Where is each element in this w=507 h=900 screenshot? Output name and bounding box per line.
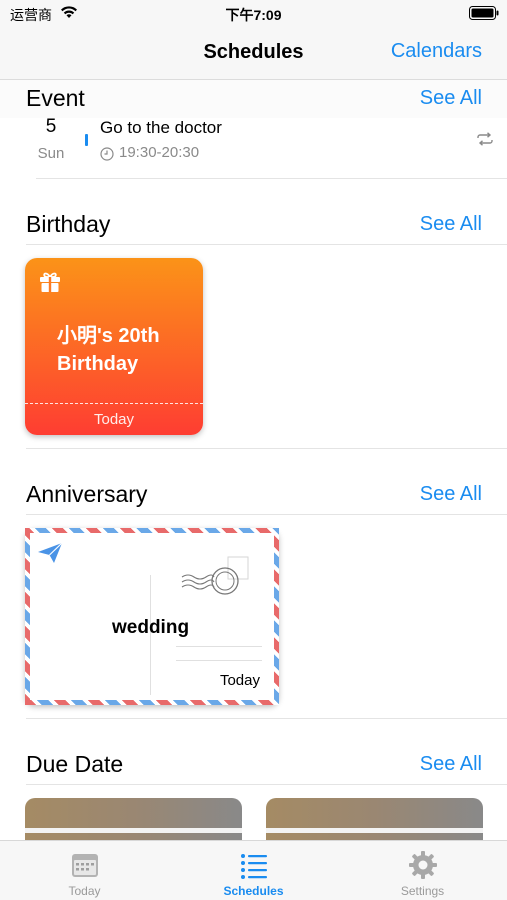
repeat-icon: [477, 132, 493, 146]
birthday-name: 小明's 20th Birthday: [57, 325, 160, 375]
anniversary-card[interactable]: wedding Today: [25, 528, 279, 705]
birthday-see-all-button[interactable]: See All: [420, 213, 482, 236]
birthday-today-label: Today: [93, 411, 135, 428]
due-date-section-title: Due Date: [26, 751, 124, 777]
navigation-bar: Schedules Calendars: [0, 28, 507, 80]
tab-schedules-label: Schedules: [223, 884, 284, 898]
status-time: 下午7:09: [225, 7, 282, 23]
tab-settings-label: Settings: [400, 884, 445, 898]
event-color-bar: [85, 134, 88, 146]
anniversary-today-label: Today: [219, 672, 260, 689]
tab-settings[interactable]: Settings: [338, 841, 507, 900]
due-card-stripe: [25, 828, 242, 833]
birthday-card[interactable]: 小明's 20th Birthday Today: [25, 258, 203, 435]
due-date-header-divider: [26, 784, 507, 785]
event-see-all-button[interactable]: See All: [420, 87, 482, 110]
birthday-header-divider: [26, 244, 507, 245]
event-section-title: Event: [26, 85, 85, 111]
tab-today[interactable]: Today: [0, 841, 169, 900]
tab-schedules[interactable]: Schedules: [169, 841, 338, 900]
tab-bar: Today Schedules Settings: [0, 840, 507, 900]
address-line: [176, 660, 262, 661]
due-date-card[interactable]: [25, 798, 242, 840]
event-title: Go to the doctor: [100, 118, 222, 137]
birthday-divider: [26, 448, 507, 449]
tab-today-label: Today: [68, 884, 101, 898]
battery-icon: [469, 6, 499, 20]
anniversary-see-all-button[interactable]: See All: [420, 483, 482, 506]
birthday-section-header: Birthday See All: [0, 206, 507, 244]
anniversary-section-title: Anniversary: [26, 481, 148, 507]
event-time: 19:30-20:30: [119, 144, 200, 161]
anniversary-header-divider: [26, 514, 507, 515]
anniversary-section-header: Anniversary See All: [0, 476, 507, 514]
schedules-list[interactable]: Event See All 5 Sun Go to the doctor 19:…: [0, 80, 507, 840]
calendars-button[interactable]: Calendars: [391, 40, 482, 63]
postmark-icon: [181, 556, 249, 595]
status-bar: 运营商 下午7:09: [0, 0, 507, 28]
due-date-card[interactable]: [266, 798, 483, 840]
due-date-section-header: Due Date See All: [0, 746, 507, 784]
address-line: [176, 646, 262, 647]
gear-icon: [409, 851, 437, 879]
birthday-card-divider: [25, 403, 203, 404]
due-card-stripe: [266, 828, 483, 833]
due-date-see-all-button[interactable]: See All: [420, 753, 482, 776]
event-section-header: Event See All: [0, 80, 507, 118]
event-day: 5: [45, 116, 57, 137]
list-icon: [241, 854, 267, 879]
event-weekday: Sun: [37, 145, 65, 162]
clock-icon: [100, 147, 114, 161]
calendar-icon: [72, 854, 98, 877]
gift-icon: [40, 272, 60, 292]
birthday-section-title: Birthday: [26, 211, 111, 237]
paper-plane-icon: [38, 542, 63, 563]
anniversary-divider: [26, 718, 507, 719]
event-divider: [36, 178, 507, 179]
anniversary-title: wedding: [112, 617, 190, 638]
